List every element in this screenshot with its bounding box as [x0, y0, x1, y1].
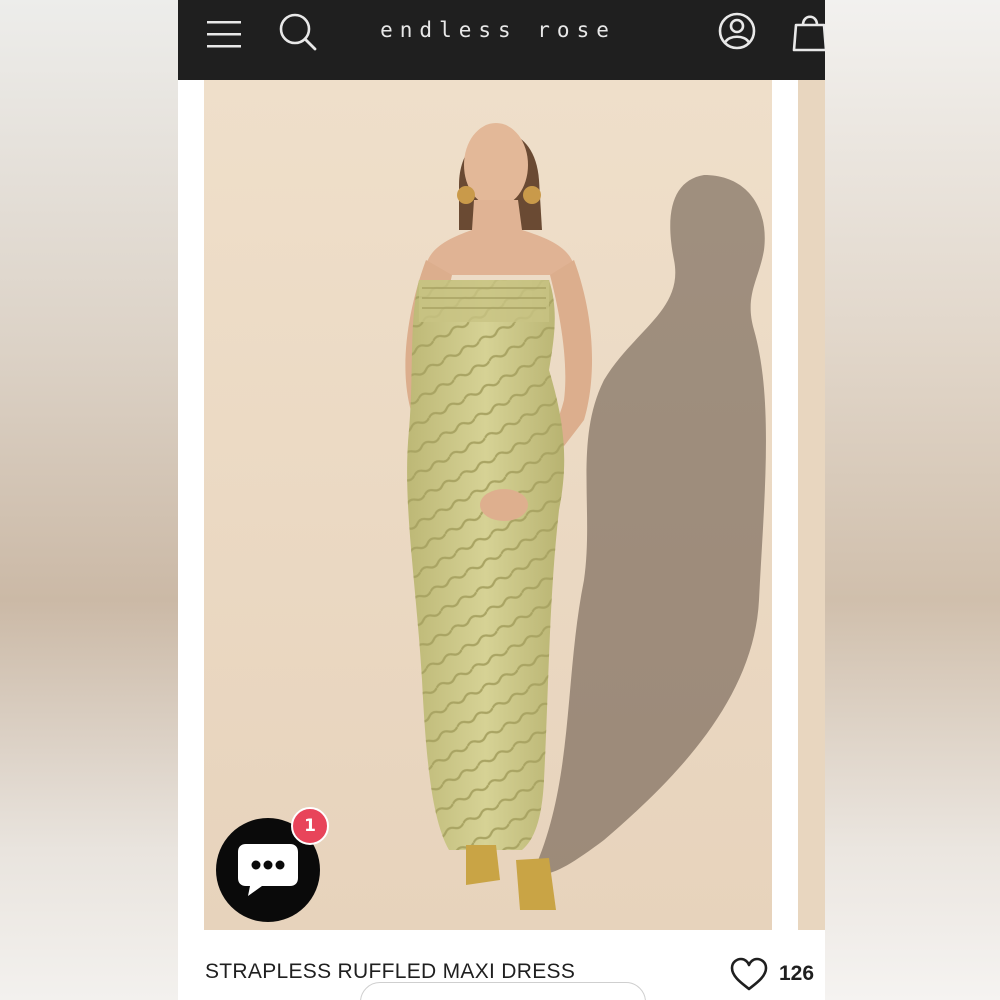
- product-title[interactable]: STRAPLESS RUFFLED MAXI DRESS: [205, 960, 575, 984]
- top-navigation-bar: endless rose: [178, 0, 825, 80]
- mobile-page: endless rose 1 STRAPLESS RUFFLED MAXI DR…: [178, 0, 825, 1000]
- wishlist-button[interactable]: [729, 956, 769, 992]
- search-icon: [279, 13, 317, 51]
- chat-notification-badge: 1: [291, 807, 329, 845]
- menu-icon: [207, 21, 241, 48]
- cart-icon: [792, 15, 825, 52]
- background-blur-right: [825, 0, 1000, 1000]
- chat-bubble-icon: [238, 844, 298, 896]
- account-icon: [718, 12, 756, 50]
- cart-button[interactable]: [790, 10, 825, 54]
- next-product-image-peek[interactable]: [798, 80, 825, 930]
- model-photo: [204, 80, 772, 930]
- menu-button[interactable]: [204, 14, 244, 54]
- product-image[interactable]: [204, 80, 772, 930]
- like-count: 126: [779, 962, 815, 985]
- bottom-floating-bar[interactable]: [360, 982, 646, 1000]
- brand-logo[interactable]: endless rose: [348, 18, 648, 42]
- search-button[interactable]: [276, 10, 320, 54]
- background-blur-left: [0, 0, 178, 1000]
- heart-icon: [730, 957, 768, 991]
- account-button[interactable]: [716, 10, 758, 52]
